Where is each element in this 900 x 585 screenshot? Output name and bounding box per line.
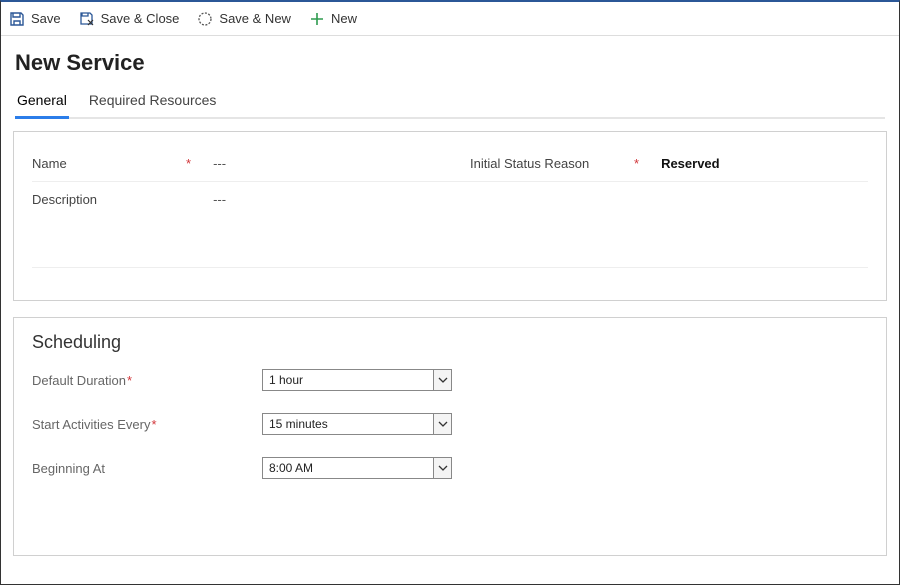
- description-label: Description: [32, 192, 182, 207]
- chevron-down-icon: [433, 414, 451, 434]
- new-label: New: [331, 11, 357, 26]
- required-star: *: [151, 417, 156, 432]
- save-close-label: Save & Close: [101, 11, 180, 26]
- tab-general[interactable]: General: [15, 86, 69, 119]
- start-activities-select[interactable]: 15 minutes: [262, 413, 452, 435]
- default-duration-label: Default Duration*: [32, 373, 262, 388]
- page-title: New Service: [15, 50, 885, 76]
- start-activities-label: Start Activities Every*: [32, 417, 262, 432]
- required-star: *: [186, 156, 191, 171]
- row-default-duration: Default Duration* 1 hour: [32, 369, 868, 391]
- save-label: Save: [31, 11, 61, 26]
- required-star: *: [127, 373, 132, 388]
- general-section: Name * --- Initial Status Reason * Reser…: [13, 131, 887, 301]
- required-star: *: [634, 156, 639, 171]
- app-window: Save Save & Close Save & New New New Ser…: [0, 0, 900, 585]
- row-name-status: Name * --- Initial Status Reason * Reser…: [32, 146, 868, 182]
- scheduling-section: Scheduling Default Duration* 1 hour Star…: [13, 317, 887, 556]
- tabs-bar: General Required Resources: [15, 84, 885, 119]
- chevron-down-icon: [433, 458, 451, 478]
- row-beginning-at: Beginning At 8:00 AM: [32, 457, 868, 479]
- default-duration-select[interactable]: 1 hour: [262, 369, 452, 391]
- scheduling-title: Scheduling: [32, 332, 868, 353]
- default-duration-label-text: Default Duration: [32, 373, 126, 388]
- beginning-at-select[interactable]: 8:00 AM: [262, 457, 452, 479]
- new-button[interactable]: New: [309, 11, 357, 27]
- beginning-at-value: 8:00 AM: [263, 461, 433, 475]
- initial-status-label: Initial Status Reason: [470, 156, 630, 171]
- default-duration-value: 1 hour: [263, 373, 433, 387]
- plus-icon: [309, 11, 325, 27]
- toolbar: Save Save & Close Save & New New: [1, 2, 899, 36]
- row-start-activities: Start Activities Every* 15 minutes: [32, 413, 868, 435]
- save-icon: [9, 11, 25, 27]
- initial-status-value[interactable]: Reserved: [643, 156, 720, 171]
- save-close-button[interactable]: Save & Close: [79, 11, 180, 27]
- save-close-icon: [79, 11, 95, 27]
- save-new-label: Save & New: [219, 11, 291, 26]
- start-activities-label-text: Start Activities Every: [32, 417, 150, 432]
- save-button[interactable]: Save: [9, 11, 61, 27]
- beginning-at-label: Beginning At: [32, 461, 262, 476]
- tab-required-resources[interactable]: Required Resources: [87, 86, 219, 119]
- chevron-down-icon: [433, 370, 451, 390]
- page-header: New Service General Required Resources: [1, 36, 899, 119]
- start-activities-value: 15 minutes: [263, 417, 433, 431]
- content-area: Name * --- Initial Status Reason * Reser…: [1, 119, 899, 584]
- name-value[interactable]: ---: [195, 156, 226, 171]
- row-description: Description * ---: [32, 182, 868, 217]
- save-new-button[interactable]: Save & New: [197, 11, 291, 27]
- save-new-icon: [197, 11, 213, 27]
- description-value[interactable]: ---: [195, 192, 226, 207]
- name-label: Name: [32, 156, 182, 171]
